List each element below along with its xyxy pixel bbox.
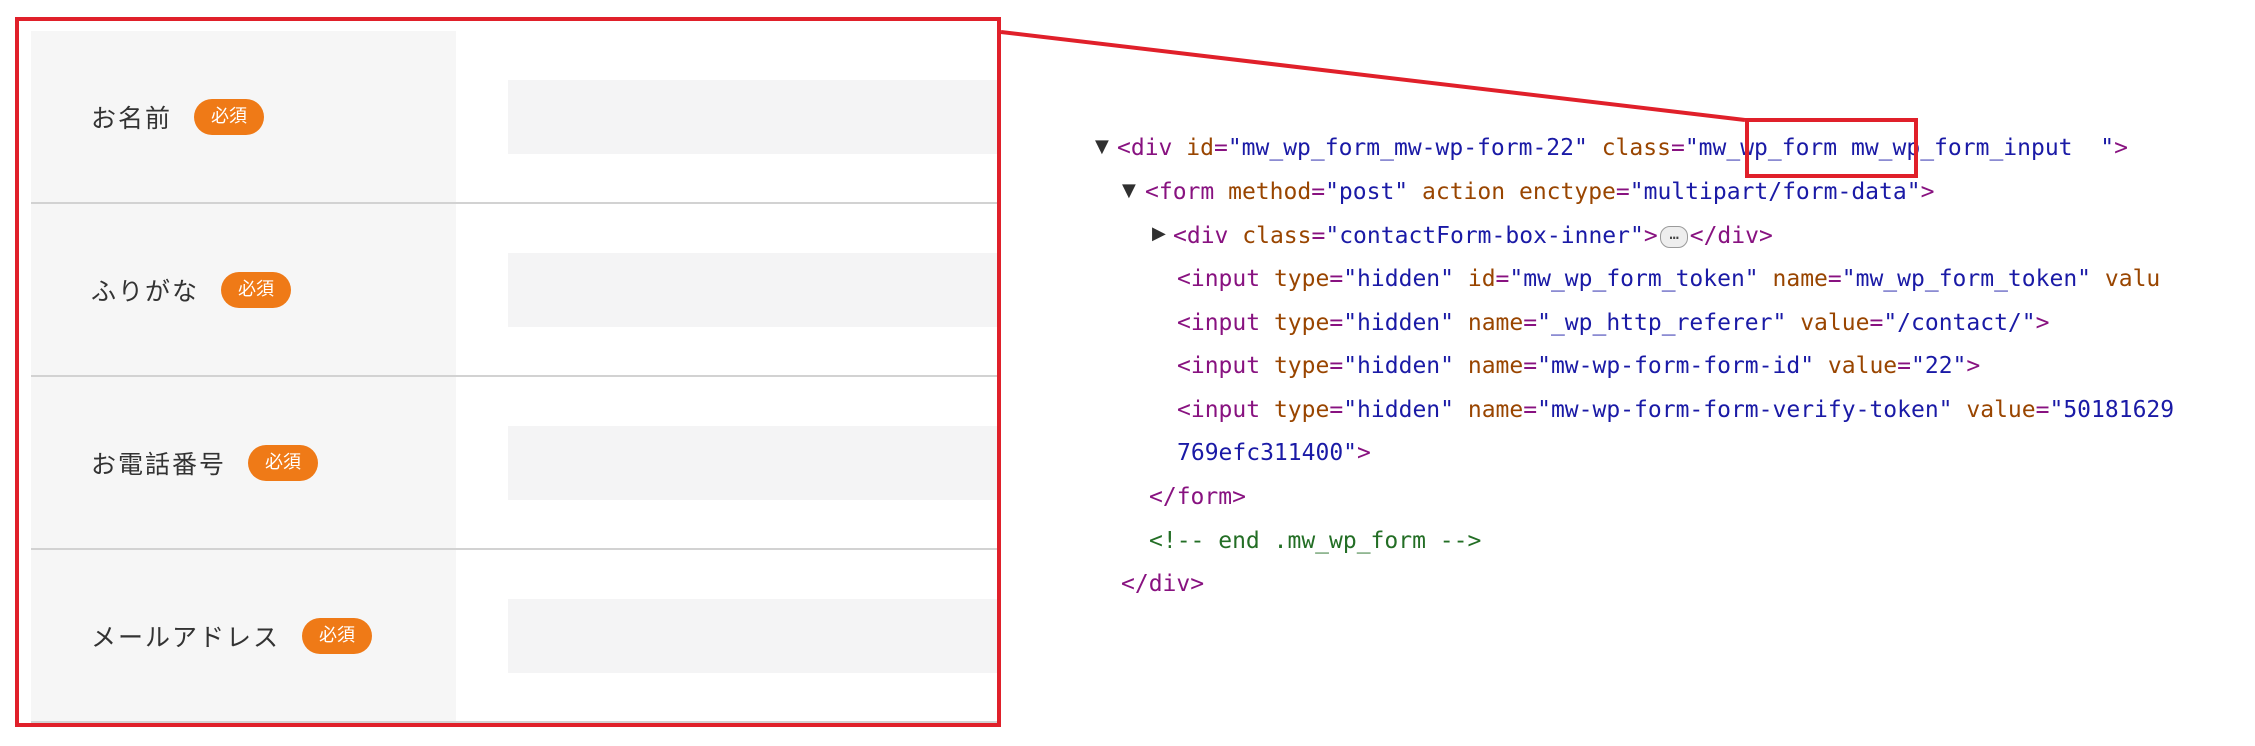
code-line-input-form-id[interactable]: <input type="hidden" name="mw-wp-form-fo…: [1177, 352, 1980, 380]
code-line-comment[interactable]: <!-- end .mw_wp_form -->: [1149, 527, 1481, 555]
code-line-input-referer[interactable]: <input type="hidden" name="_wp_http_refe…: [1177, 309, 2050, 337]
code-line-div-inner[interactable]: <div class="contactForm-box-inner">… </di…: [1173, 222, 1773, 250]
name-input[interactable]: [508, 79, 997, 154]
collapse-triangle-icon[interactable]: ▼: [1122, 180, 1136, 201]
required-badge: 必須: [221, 271, 292, 308]
code-line-verify-token-cont[interactable]: 769efc311400">: [1177, 439, 1371, 467]
row-label: ふりがな 必須: [91, 271, 292, 308]
email-input[interactable]: [508, 598, 997, 673]
field-label-email: メールアドレス: [91, 622, 281, 652]
code-line-div-open[interactable]: <div id="mw_wp_form_mw-wp-form-22" class…: [1117, 134, 2128, 162]
expand-triangle-icon[interactable]: ▶: [1152, 223, 1166, 244]
field-label-furigana: ふりがな: [91, 276, 200, 306]
form-row-furigana: ふりがな 必須: [31, 204, 997, 377]
field-label-name: お名前: [91, 103, 173, 133]
required-badge: 必須: [194, 98, 265, 135]
ellipsis-icon[interactable]: …: [1659, 225, 1688, 248]
row-label-cell: ふりがな 必須: [31, 204, 456, 375]
callout-line: [1000, 30, 1746, 122]
collapse-triangle-icon[interactable]: ▼: [1095, 136, 1109, 157]
form-panel: お名前 必須 ふりがな 必須 お電話番号 必須 メールアドレス 必須: [15, 17, 1001, 727]
row-label: メールアドレス 必須: [91, 617, 373, 654]
row-label: お電話番号 必須: [91, 444, 319, 481]
row-label-cell-bottom: [31, 723, 456, 727]
furigana-input[interactable]: [508, 252, 997, 327]
required-badge: 必須: [248, 444, 319, 481]
code-line-form-close[interactable]: </form>: [1149, 483, 1246, 511]
code-line-div-close[interactable]: </div>: [1121, 570, 1204, 598]
row-label-cell: お名前 必須: [31, 31, 456, 202]
form-row-phone: お電話番号 必須: [31, 377, 997, 550]
form-row-email: メールアドレス 必須: [31, 550, 997, 723]
required-badge: 必須: [302, 617, 373, 654]
row-label-cell: お電話番号 必須: [31, 377, 456, 548]
code-line-input-token[interactable]: <input type="hidden" id="mw_wp_form_toke…: [1177, 265, 2160, 293]
row-label: お名前 必須: [91, 98, 265, 135]
class-highlight-box: [1745, 118, 1918, 178]
phone-input[interactable]: [508, 425, 997, 500]
code-line-input-verify-token[interactable]: <input type="hidden" name="mw-wp-form-fo…: [1177, 396, 2174, 424]
form-row-name: お名前 必須: [31, 31, 997, 204]
row-label-cell: メールアドレス 必須: [31, 550, 456, 721]
field-label-phone: お電話番号: [91, 449, 227, 479]
code-line-form-open[interactable]: <form method="post" action enctype="mult…: [1145, 178, 1934, 206]
